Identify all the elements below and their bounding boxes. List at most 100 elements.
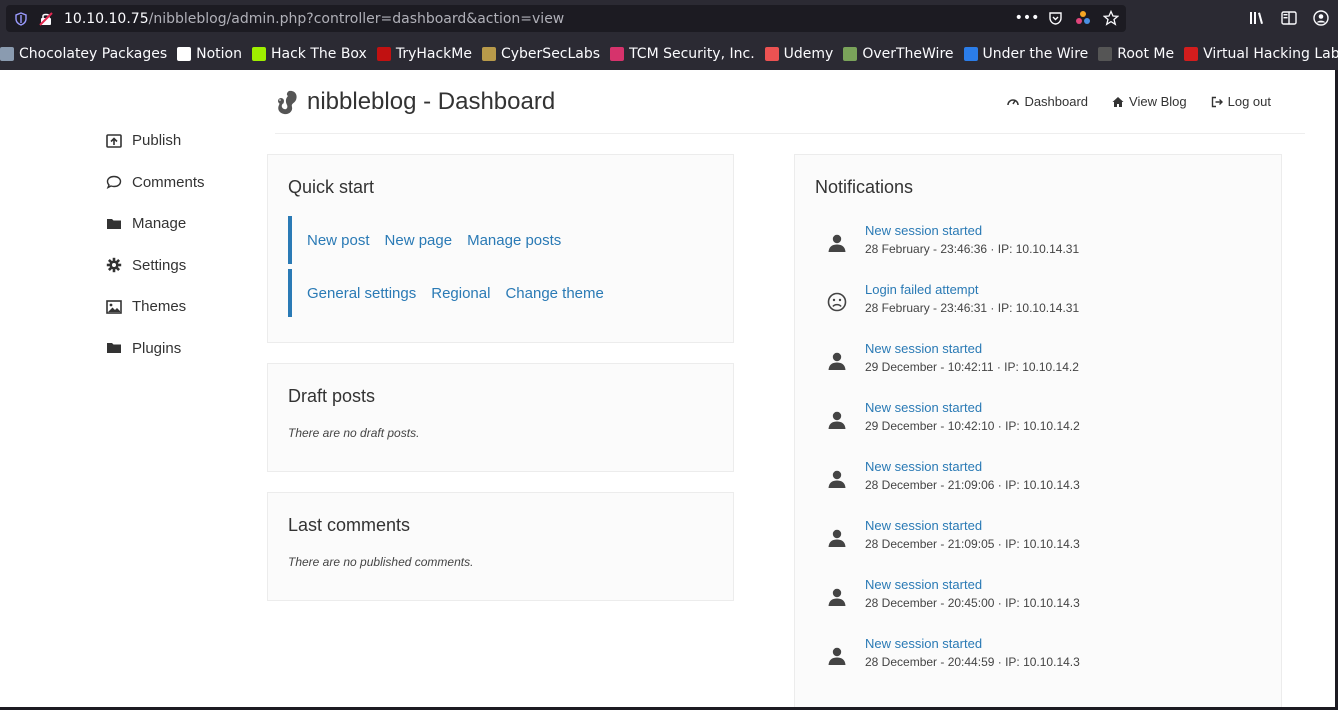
- bookmark-item[interactable]: Notion: [177, 46, 242, 62]
- user-icon: [827, 646, 847, 666]
- dashboard-icon: [1007, 96, 1020, 108]
- bookmark-label: Chocolatey Packages: [19, 46, 168, 62]
- notification-title[interactable]: New session started: [865, 223, 982, 238]
- change-theme-link[interactable]: Change theme: [505, 285, 603, 302]
- tracking-shield-icon[interactable]: [14, 11, 28, 26]
- bookmark-favicon-icon: [764, 47, 779, 61]
- sidebar-item-publish[interactable]: Publish: [106, 120, 205, 162]
- bookmark-favicon-icon: [376, 47, 391, 61]
- address-bar[interactable]: 10.10.10.75/nibbleblog/admin.php?control…: [6, 5, 1126, 32]
- bookmark-favicon-icon: [177, 47, 192, 61]
- bookmark-item[interactable]: Virtual Hacking Lab...: [1184, 46, 1338, 62]
- bookmark-item[interactable]: Root Me: [1098, 46, 1174, 62]
- nav-logout-link[interactable]: Log out: [1211, 94, 1271, 109]
- user-icon: [827, 233, 847, 253]
- notification-title[interactable]: New session started: [865, 577, 982, 592]
- user-icon: [827, 410, 847, 430]
- insecure-lock-icon[interactable]: [38, 11, 54, 27]
- nav-view-blog-link[interactable]: View Blog: [1112, 94, 1187, 109]
- sidebar-item-label: Publish: [132, 132, 182, 150]
- nav-label: Log out: [1227, 94, 1271, 109]
- bookmark-label: Under the Wire: [982, 46, 1089, 62]
- page-actions-icon[interactable]: •••: [1015, 9, 1040, 27]
- bookmark-favicon-icon: [1098, 47, 1113, 61]
- bookmark-label: Virtual Hacking Lab...: [1203, 46, 1338, 62]
- user-icon: [827, 469, 847, 489]
- panel-title: Quick start: [288, 177, 375, 197]
- manage-posts-link[interactable]: Manage posts: [467, 232, 561, 249]
- sidebar-item-comments[interactable]: Comments: [106, 162, 205, 204]
- bookmark-favicon-icon: [843, 47, 858, 61]
- nibbleblog-logo-icon: [278, 90, 297, 115]
- sidebar-item-label: Themes: [132, 298, 187, 316]
- folder-icon: [106, 216, 122, 232]
- notification-title[interactable]: New session started: [865, 341, 982, 356]
- sidebar-item-label: Comments: [132, 173, 205, 191]
- notification-item: New session started 28 December - 21:09:0…: [815, 518, 1255, 577]
- quick-start-panel: Quick start New post New page Manage pos…: [267, 154, 734, 343]
- logout-icon: [1211, 96, 1223, 108]
- bookmark-item[interactable]: Chocolatey Packages: [0, 46, 167, 62]
- sidebar-item-label: Settings: [132, 256, 187, 274]
- sidebar-toggle-icon[interactable]: [1280, 8, 1298, 28]
- bookmark-favicon-icon: [251, 47, 266, 61]
- nav-dashboard-link[interactable]: Dashboard: [1007, 94, 1088, 109]
- user-icon: [827, 528, 847, 548]
- bookmark-label: Root Me: [1117, 46, 1175, 62]
- page-title: nibbleblog - Dashboard: [307, 88, 556, 115]
- bookmark-favicon-icon: [481, 47, 496, 61]
- sidebar-item-plugins[interactable]: Plugins: [106, 328, 205, 370]
- sidebar-item-manage[interactable]: Manage: [106, 203, 205, 245]
- notification-title[interactable]: New session started: [865, 636, 982, 651]
- account-icon[interactable]: [1312, 8, 1330, 28]
- sidebar-item-settings[interactable]: Settings: [106, 245, 205, 287]
- notification-item: New session started 28 December - 21:09:0…: [815, 459, 1255, 518]
- notification-detail: 28 December - 20:45:00 · IP: 10.10.14.3: [865, 596, 1080, 610]
- admin-sidebar: Publish Comments Manage Settings Themes …: [106, 120, 205, 369]
- regional-link[interactable]: Regional: [431, 285, 490, 302]
- notification-detail: 29 December - 10:42:10 · IP: 10.10.14.2: [865, 419, 1080, 433]
- sidebar-item-label: Plugins: [132, 339, 182, 357]
- sidebar-item-themes[interactable]: Themes: [106, 286, 205, 328]
- star-bookmark-icon[interactable]: [1102, 9, 1120, 27]
- bookmarks-bar: Chocolatey Packages Notion Hack The Box Try…: [0, 40, 1338, 68]
- notification-title[interactable]: New session started: [865, 459, 982, 474]
- bookmark-item[interactable]: Hack The Box: [251, 46, 367, 62]
- bookmark-item[interactable]: CyberSecLabs: [481, 46, 601, 62]
- general-settings-link[interactable]: General settings: [307, 285, 416, 302]
- sad-face-icon: [827, 292, 847, 312]
- page-content: Publish Comments Manage Settings Themes …: [0, 70, 1335, 707]
- new-page-link[interactable]: New page: [385, 232, 453, 249]
- notifications-panel: Notifications New session started 28 Febr…: [794, 154, 1282, 707]
- notification-detail: 28 February - 23:46:31 · IP: 10.10.14.31: [865, 301, 1080, 315]
- library-icon[interactable]: [1248, 8, 1266, 28]
- gear-icon: [106, 257, 122, 273]
- image-icon: [106, 299, 122, 315]
- url-text: 10.10.10.75/nibbleblog/admin.php?control…: [64, 10, 565, 27]
- extension-icon[interactable]: [1074, 9, 1092, 27]
- browser-chrome: 10.10.10.75/nibbleblog/admin.php?control…: [0, 0, 1338, 70]
- notification-item: New session started 29 December - 10:42:1…: [815, 400, 1255, 459]
- bookmark-favicon-icon: [1184, 47, 1199, 61]
- bookmark-label: TryHackMe: [395, 46, 472, 62]
- quick-start-row-settings: General settings Regional Change theme: [288, 269, 713, 317]
- notification-title[interactable]: New session started: [865, 400, 982, 415]
- bookmark-label: OverTheWire: [862, 46, 954, 62]
- notification-title[interactable]: Login failed attempt: [865, 282, 978, 297]
- bookmark-item[interactable]: TCM Security, Inc.: [610, 46, 755, 62]
- panel-title: Notifications: [815, 177, 914, 197]
- notification-detail: 28 December - 20:44:59 · IP: 10.10.14.3: [865, 655, 1080, 669]
- notification-title[interactable]: New session started: [865, 518, 982, 533]
- bookmark-label: CyberSecLabs: [500, 46, 601, 62]
- bookmark-item[interactable]: TryHackMe: [376, 46, 472, 62]
- notification-item: New session started 28 December - 20:45:0…: [815, 577, 1255, 636]
- new-post-link[interactable]: New post: [307, 232, 370, 249]
- bookmark-item[interactable]: Under the Wire: [963, 46, 1089, 62]
- bookmark-item[interactable]: OverTheWire: [843, 46, 954, 62]
- bookmark-item[interactable]: Udemy: [764, 46, 833, 62]
- notification-item: New session started 29 December - 10:42:1…: [815, 341, 1255, 400]
- top-nav: Dashboard View Blog Log out: [1007, 94, 1271, 109]
- pocket-icon[interactable]: [1046, 9, 1064, 27]
- home-icon: [1112, 96, 1124, 108]
- bookmark-favicon-icon: [963, 47, 978, 61]
